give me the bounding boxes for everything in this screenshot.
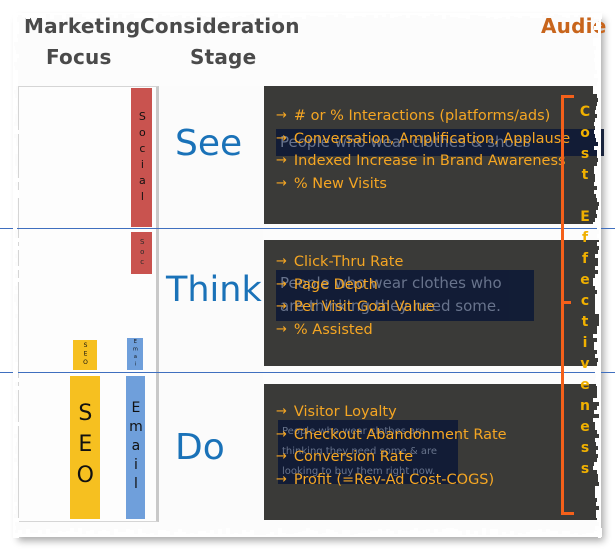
metric-line: → # or % Interactions (platforms/ads) — [276, 108, 570, 124]
metric-label: Click-Thru Rate — [293, 254, 404, 270]
metric-line: → Click-Thru Rate — [276, 254, 435, 270]
metric-label: Page Depth — [293, 276, 378, 293]
cost-effectiveness-bracket-mid — [561, 301, 571, 304]
channel-bar-seo-label: SEO — [72, 401, 98, 494]
metric-label: Per Visit Goal Value — [293, 299, 435, 315]
arrow-icon: → — [276, 449, 287, 464]
arrow-icon: → — [276, 299, 287, 314]
channel-bar-email[interactable]: Email — [126, 376, 145, 519]
arrow-icon: → — [276, 426, 287, 442]
channel-bar-social-label: Social — [135, 109, 149, 206]
header-focus: Focus — [46, 45, 112, 69]
row-divider-think-do — [0, 372, 615, 373]
channel-bar-seo-stub-label: SEO — [82, 342, 90, 368]
arrow-icon: → — [276, 175, 287, 191]
metric-line: → Conversation, Amplification, Applause — [276, 130, 571, 147]
paper-tear-notch — [598, 534, 601, 538]
channel-bar-seo[interactable]: SEO — [70, 376, 100, 519]
channel-bar-email-label: Email — [127, 400, 144, 495]
metric-label: % New Visits — [293, 175, 387, 192]
paper-tear-notch — [13, 534, 19, 538]
cost-effectiveness-label: Cost Effectiveness — [577, 104, 593, 482]
channel-bar-social[interactable]: Social — [131, 88, 152, 227]
header-stage: Stage — [190, 45, 257, 69]
metric-label: Checkout Abandonment Rate — [293, 426, 507, 443]
stage-label-think: Think — [166, 270, 262, 310]
arrow-icon: → — [276, 276, 287, 292]
metric-line: → Conversion Rate — [276, 449, 507, 465]
arrow-icon: → — [276, 153, 287, 168]
cost-effectiveness-bracket-top — [561, 95, 574, 98]
channel-bar-seo-stub[interactable]: SEO — [73, 340, 97, 370]
arrow-icon: → — [276, 321, 287, 337]
stage-label-do: Do — [175, 427, 225, 468]
channel-bar-email-stub[interactable]: Emai — [127, 338, 143, 370]
arrow-icon: → — [276, 108, 287, 123]
metric-line: → Visitor Loyalty — [276, 404, 507, 420]
metric-label: Indexed Increase in Brand Awareness — [293, 153, 566, 169]
metric-line: → % New Visits — [276, 175, 570, 192]
channel-bar-social-stub-label: Soc — [138, 238, 147, 268]
arrow-icon: → — [276, 130, 287, 146]
metric-line: → % Assisted — [276, 321, 435, 338]
row-divider-see-think — [0, 228, 615, 229]
channel-bar-social-stub[interactable]: Soc — [131, 232, 152, 274]
arrow-icon: → — [276, 471, 287, 487]
stage-label-see: See — [175, 123, 243, 164]
cost-effectiveness-bracket-line — [561, 95, 564, 515]
metric-label: Profit (=Rev-Ad Cost-COGS) — [293, 471, 495, 488]
metrics-list-see: → # or % Interactions (platforms/ads) → Con… — [276, 108, 571, 199]
metric-line: → Page Depth — [276, 276, 435, 293]
metrics-list-think: → Click-Thru Rate → Page Depth → Per Visit Go… — [276, 254, 435, 345]
metric-label: % Assisted — [293, 321, 373, 338]
channel-bar-email-stub-label: Emai — [132, 339, 139, 369]
metric-line: → Profit (=Rev-Ad Cost-COGS) — [276, 471, 507, 488]
metric-line: → Indexed Increase in Brand Awareness — [276, 153, 570, 169]
arrow-icon: → — [276, 404, 287, 419]
metric-line: → Per Visit Goal Value — [276, 299, 435, 315]
metric-label: Conversation, Amplification, Applause — [293, 130, 571, 147]
metric-label: # or % Interactions (platforms/ads) — [293, 108, 551, 124]
metric-line: → Checkout Abandonment Rate — [276, 426, 507, 443]
arrow-icon: → — [276, 254, 287, 269]
metric-label: Conversion Rate — [293, 449, 414, 465]
metrics-list-do: → Visitor Loyalty → Checkout Abandonment Ra… — [276, 404, 507, 495]
slide-canvas: People who wear clothes & shoes People w… — [0, 0, 615, 555]
cost-effectiveness-bracket-bottom — [561, 512, 574, 515]
metric-label: Visitor Loyalty — [293, 404, 397, 420]
